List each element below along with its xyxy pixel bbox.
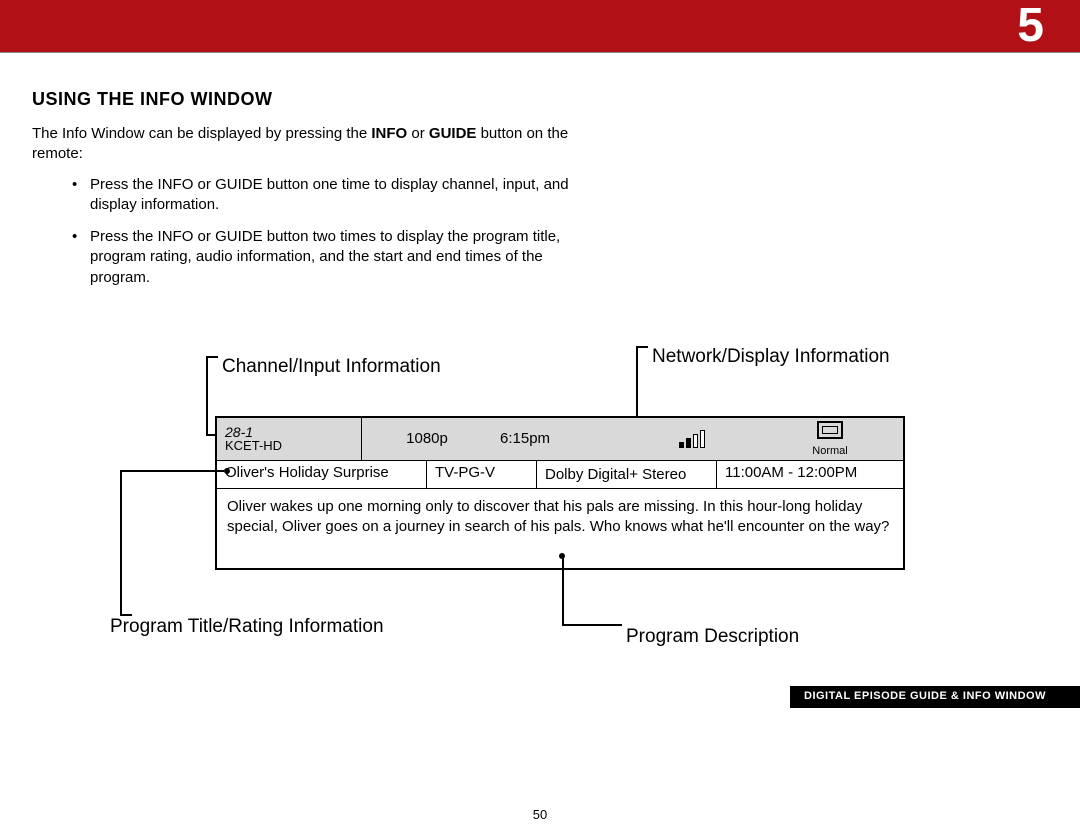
info-window-table: 28-1 KCET-HD 1080p 6:15pm Normal Oliver'…	[215, 416, 905, 570]
cell-resolution: 1080p	[362, 418, 492, 460]
leader-line	[120, 470, 224, 472]
page-content: Using the Info Window The Info Window ca…	[0, 53, 1080, 696]
info-row-2: Oliver's Holiday Surprise TV-PG-V Dolby …	[217, 460, 903, 488]
cell-current-time: 6:15pm	[492, 418, 627, 460]
leader-line	[562, 624, 612, 626]
channel-number: 28-1	[225, 425, 353, 439]
list-item: Press the INFO or GUIDE button two times…	[72, 227, 602, 288]
page-number: 50	[0, 807, 1080, 822]
leader-line	[206, 356, 208, 434]
info-row-1: 28-1 KCET-HD 1080p 6:15pm Normal	[217, 418, 903, 460]
instruction-list: Press the INFO or GUIDE button one time …	[72, 175, 602, 288]
display-icon	[817, 421, 843, 439]
intro-text-fragment: The Info Window can be displayed by pres…	[32, 125, 371, 142]
cell-rating: TV-PG-V	[427, 461, 537, 488]
cell-display-mode: Normal	[757, 418, 903, 460]
cell-audio: Dolby Digital+ Stereo	[537, 461, 717, 488]
chapter-number: 5	[1017, 0, 1044, 52]
section-title: Using the Info Window	[32, 89, 1048, 110]
info-window-diagram: Channel/Input Information Network/Displa…	[110, 356, 970, 696]
callout-channel-input: Channel/Input Information	[222, 356, 441, 378]
cell-channel: 28-1 KCET-HD	[217, 418, 362, 460]
chapter-header: 5	[0, 0, 1080, 52]
display-mode-label: Normal	[812, 445, 847, 457]
leader-line	[120, 470, 122, 616]
signal-bars-icon	[679, 430, 705, 448]
cell-program-title: Oliver's Holiday Surprise	[217, 461, 427, 488]
intro-bold-info: INFO	[371, 125, 407, 142]
cell-description: Oliver wakes up one morning only to disc…	[217, 488, 903, 568]
callout-program-title-rating: Program Title/Rating Information	[110, 616, 384, 638]
list-item: Press the INFO or GUIDE button one time …	[72, 175, 602, 216]
cell-time-range: 11:00AM - 12:00PM	[717, 461, 903, 488]
intro-bold-guide: GUIDE	[429, 125, 477, 142]
footer-section-label: Digital Episode Guide & Info Window	[790, 686, 1080, 708]
callout-program-description: Program Description	[626, 626, 799, 648]
intro-paragraph: The Info Window can be displayed by pres…	[32, 124, 602, 165]
intro-text-fragment: or	[407, 125, 429, 142]
channel-name: KCET-HD	[225, 439, 353, 452]
callout-network-display: Network/Display Information	[652, 346, 890, 368]
cell-signal	[627, 418, 757, 460]
